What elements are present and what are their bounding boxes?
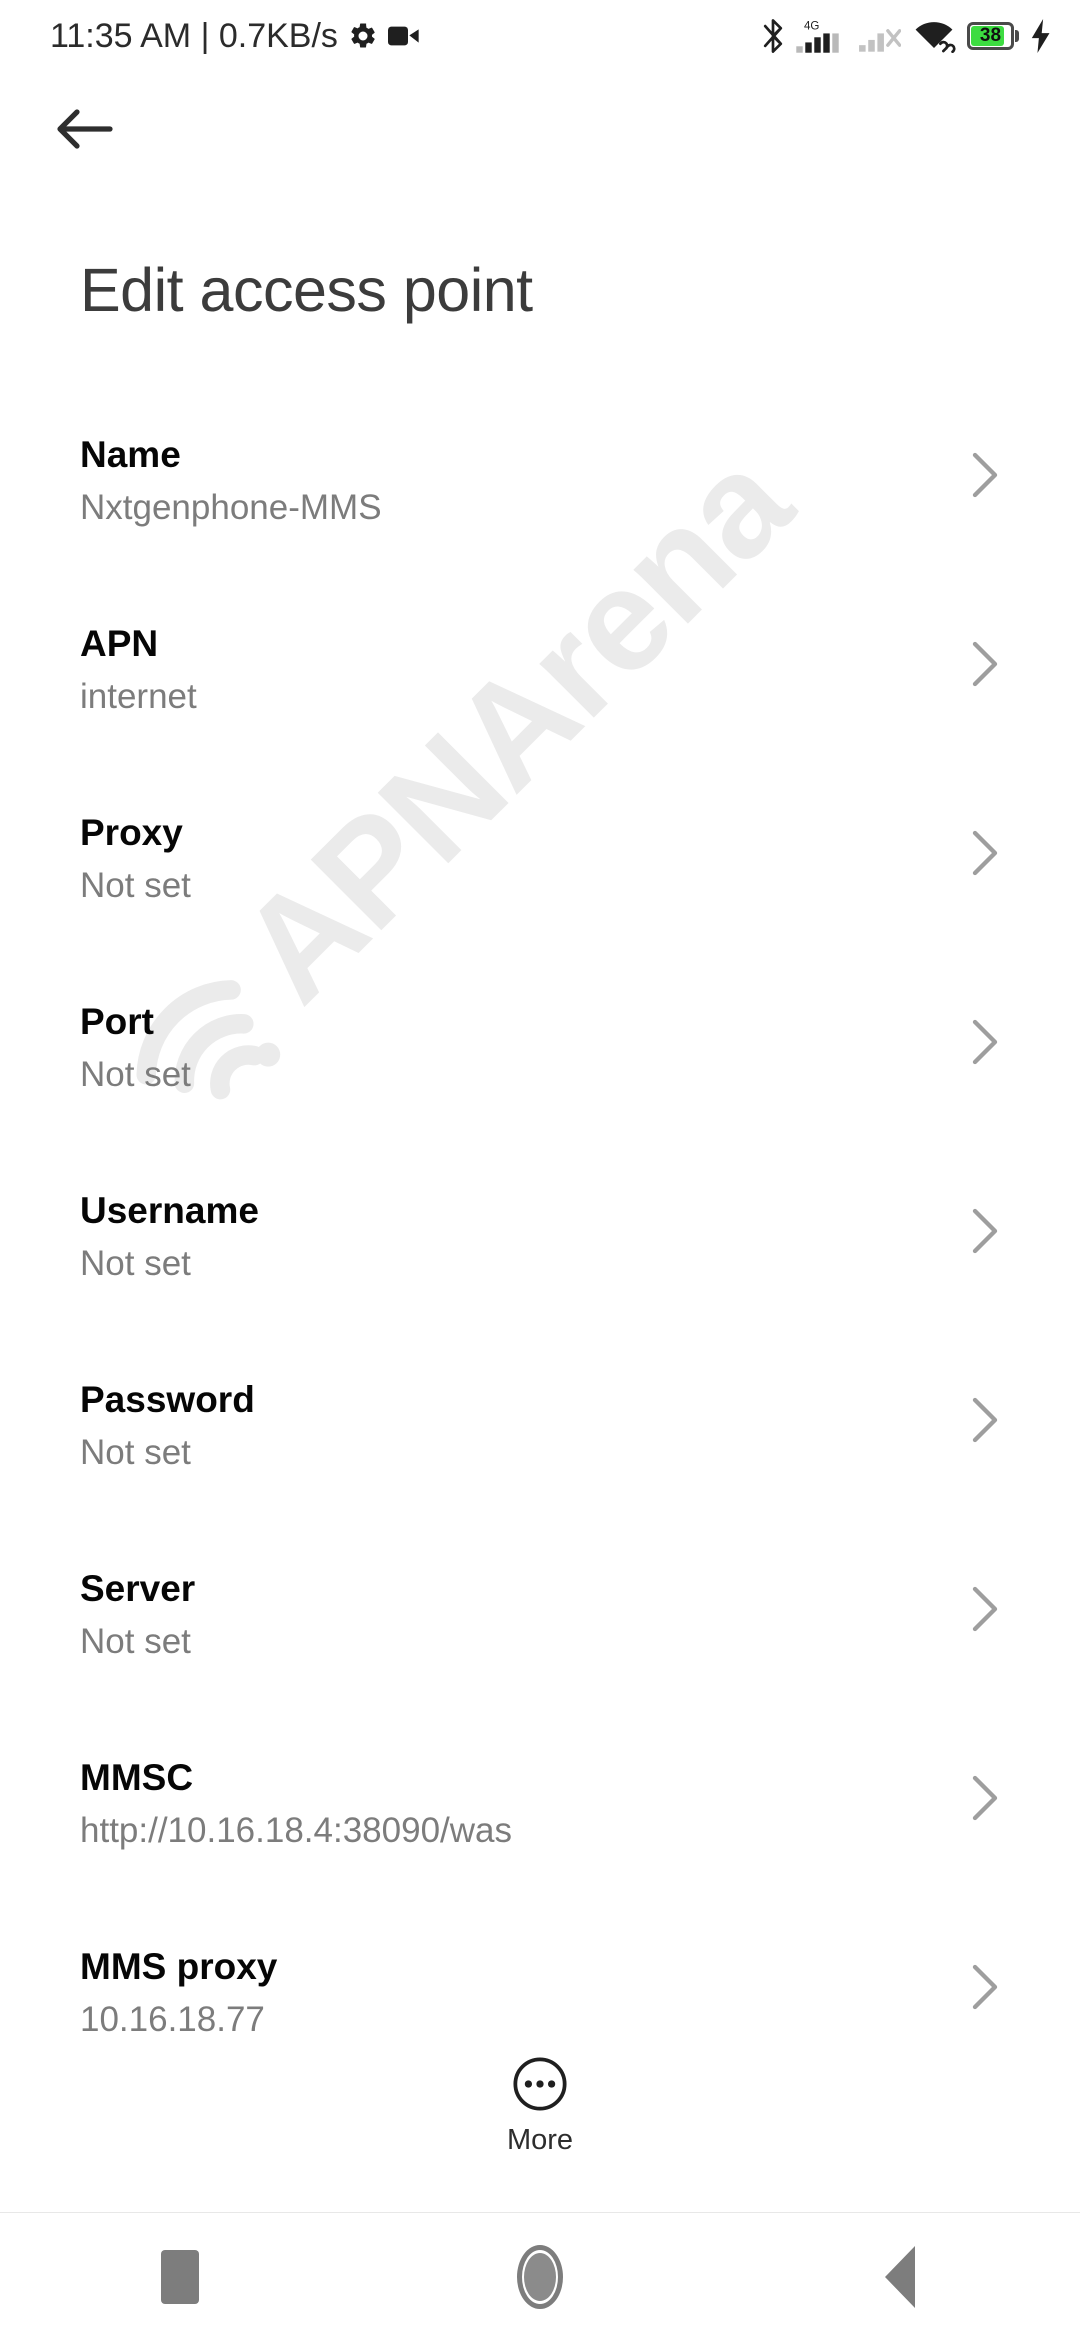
battery-percent-label: 38 bbox=[979, 25, 1002, 46]
more-label: More bbox=[506, 2124, 574, 2156]
row-label: MMS proxy bbox=[80, 1946, 278, 1987]
chevron-right-icon bbox=[972, 1019, 998, 1065]
charging-bolt-icon bbox=[1031, 19, 1050, 53]
row-label: Name bbox=[80, 434, 181, 475]
row-value: Nxtgenphone-MMS bbox=[80, 488, 382, 527]
signal-4g-icon: 4G bbox=[796, 21, 839, 53]
signal-no-service-icon bbox=[859, 29, 901, 52]
chevron-right-icon bbox=[972, 1775, 998, 1821]
chevron-right-icon bbox=[972, 452, 998, 498]
row-value: Not set bbox=[80, 866, 191, 905]
nav-back-button[interactable] bbox=[720, 2213, 1080, 2340]
triangle-left-icon bbox=[885, 2245, 915, 2308]
chevron-right-icon bbox=[972, 1397, 998, 1443]
square-icon bbox=[161, 2249, 199, 2304]
row-value: Not set bbox=[80, 1055, 191, 1094]
apn-row-password[interactable]: Password Not set bbox=[0, 1357, 1080, 1546]
chevron-right-icon bbox=[972, 1208, 998, 1254]
arrow-left-icon bbox=[57, 109, 113, 149]
row-value: 10.16.18.77 bbox=[80, 2000, 265, 2039]
apn-row-server[interactable]: Server Not set bbox=[0, 1546, 1080, 1735]
row-label: Username bbox=[80, 1190, 259, 1231]
row-value: http://10.16.18.4:38090/was bbox=[80, 1811, 512, 1850]
svg-text:4G: 4G bbox=[804, 21, 819, 33]
back-button[interactable] bbox=[44, 90, 126, 168]
chevron-right-icon bbox=[972, 1586, 998, 1632]
system-navigation-bar bbox=[0, 2212, 1080, 2340]
nav-recents-button[interactable] bbox=[0, 2213, 360, 2340]
apn-row-username[interactable]: Username Not set bbox=[0, 1168, 1080, 1357]
apn-row-proxy[interactable]: Proxy Not set bbox=[0, 790, 1080, 979]
status-time-and-speed: 11:35 AM | 0.7KB/s bbox=[50, 16, 338, 55]
row-label: Server bbox=[80, 1568, 196, 1609]
row-label: APN bbox=[80, 623, 159, 664]
video-camera-icon bbox=[387, 26, 419, 46]
app-bar bbox=[0, 72, 1080, 182]
more-button[interactable]: More bbox=[0, 2055, 1080, 2157]
gear-icon bbox=[351, 23, 375, 48]
apn-settings-list: Name Nxtgenphone-MMS APN internet Proxy … bbox=[0, 412, 1080, 2113]
chevron-right-icon bbox=[972, 830, 998, 876]
row-value: internet bbox=[80, 677, 197, 716]
phone-screen: APNArena 11:35 AM | 0.7KB/s 4G 38 Edit a… bbox=[0, 0, 1080, 2340]
row-label: MMSC bbox=[80, 1757, 194, 1798]
row-value: Not set bbox=[80, 1244, 191, 1283]
page-title: Edit access point bbox=[80, 256, 533, 324]
row-label: Port bbox=[80, 1001, 154, 1042]
apn-row-apn[interactable]: APN internet bbox=[0, 601, 1080, 790]
circled-ellipsis-icon bbox=[513, 2057, 567, 2111]
row-label: Password bbox=[80, 1379, 255, 1420]
nav-home-button[interactable] bbox=[360, 2213, 720, 2340]
apn-row-name[interactable]: Name Nxtgenphone-MMS bbox=[0, 412, 1080, 601]
bluetooth-icon bbox=[763, 19, 783, 53]
status-bar: 11:35 AM | 0.7KB/s 4G 38 bbox=[0, 0, 1080, 72]
chevron-right-icon bbox=[972, 1964, 998, 2010]
status-bar-right: 4G 38 bbox=[761, 18, 1052, 54]
battery-icon: 38 bbox=[967, 21, 1019, 51]
wifi-icon bbox=[915, 22, 956, 53]
row-value: Not set bbox=[80, 1622, 191, 1661]
apn-row-port[interactable]: Port Not set bbox=[0, 979, 1080, 1168]
row-label: Proxy bbox=[80, 812, 183, 853]
chevron-right-icon bbox=[972, 641, 998, 687]
circle-icon bbox=[517, 2244, 563, 2309]
apn-row-mmsc[interactable]: MMSC http://10.16.18.4:38090/was bbox=[0, 1735, 1080, 1924]
status-bar-left: 11:35 AM | 0.7KB/s bbox=[50, 17, 761, 56]
row-value: Not set bbox=[80, 1433, 191, 1472]
